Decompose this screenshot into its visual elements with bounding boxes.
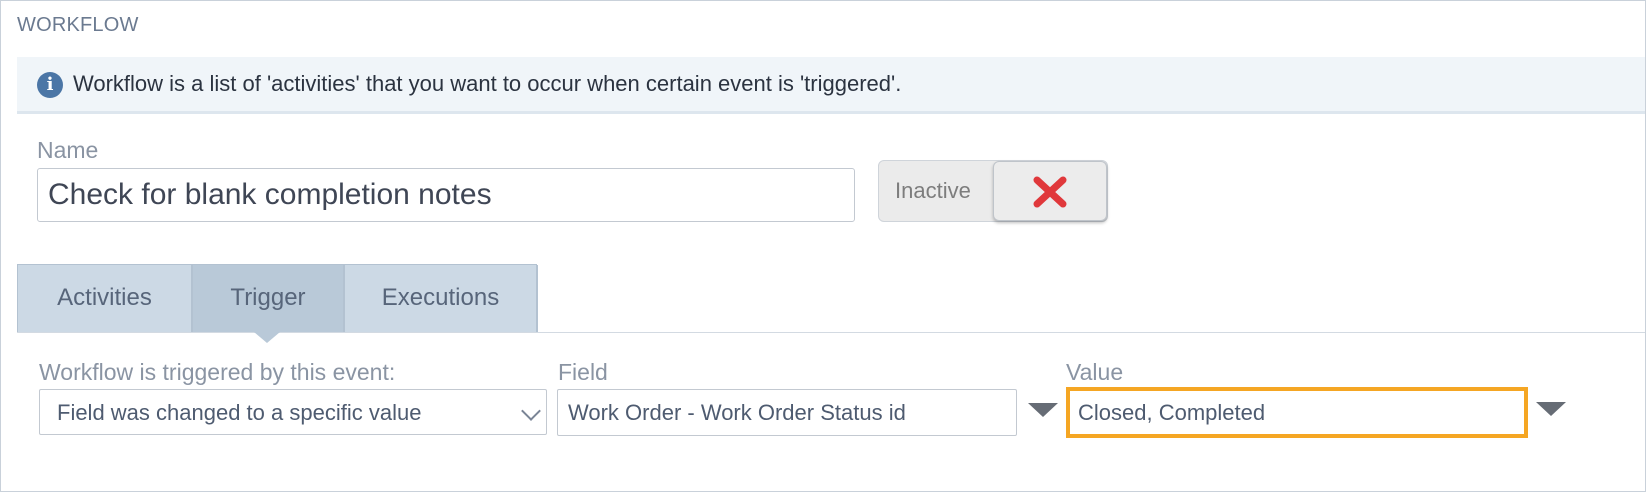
tab-trigger[interactable]: Trigger xyxy=(193,265,345,332)
tab-bar: Activities Trigger Executions xyxy=(17,264,538,332)
event-label: Workflow is triggered by this event: xyxy=(39,359,396,385)
tab-activities[interactable]: Activities xyxy=(18,265,193,332)
tab-executions[interactable]: Executions xyxy=(345,265,538,332)
field-label: Field xyxy=(558,359,608,385)
info-icon: i xyxy=(37,72,63,98)
info-banner: i Workflow is a list of 'activities' tha… xyxy=(17,57,1645,114)
name-input[interactable]: Check for blank completion notes xyxy=(37,168,855,222)
active-tab-pointer xyxy=(254,332,280,343)
workflow-panel: WORKFLOW i Workflow is a list of 'activi… xyxy=(0,0,1646,492)
value-label: Value xyxy=(1066,359,1124,385)
status-toggle-label: Inactive xyxy=(895,178,971,203)
section-title: WORKFLOW xyxy=(17,14,139,36)
toggle-knob[interactable] xyxy=(993,161,1107,221)
field-dropdown-caret-icon[interactable] xyxy=(1028,403,1058,417)
field-input[interactable]: Work Order - Work Order Status id xyxy=(557,389,1017,436)
value-dropdown-caret-icon[interactable] xyxy=(1536,402,1566,416)
value-input[interactable]: Closed, Completed xyxy=(1066,387,1528,438)
close-icon xyxy=(1033,176,1067,208)
info-text: Workflow is a list of 'activities' that … xyxy=(73,71,902,96)
event-select[interactable]: Field was changed to a specific value xyxy=(39,389,547,435)
name-label: Name xyxy=(37,137,99,163)
event-select-value: Field was changed to a specific value xyxy=(57,400,422,425)
chevron-down-icon xyxy=(521,401,541,421)
status-toggle[interactable]: Inactive xyxy=(878,160,1108,222)
